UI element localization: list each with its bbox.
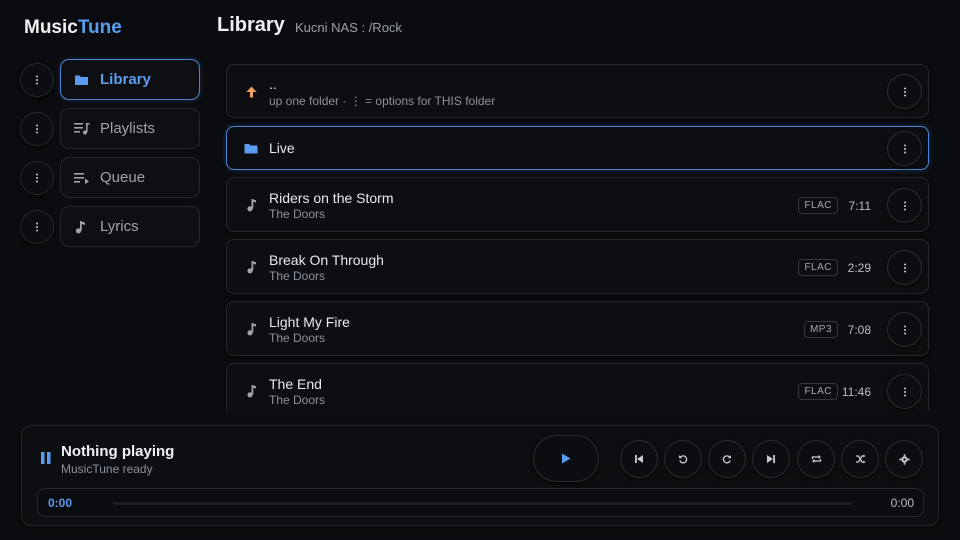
now-playing-title: Nothing playing	[61, 443, 175, 460]
rewind-icon	[679, 455, 688, 464]
more-vertical-icon	[903, 201, 906, 210]
folder-options-button[interactable]	[887, 74, 922, 109]
shuffle-icon	[855, 454, 865, 464]
more-vertical-icon	[903, 87, 906, 96]
format-badge: FLAC	[798, 259, 838, 276]
folder-icon	[244, 141, 258, 155]
logo-text-main: Music	[24, 17, 78, 38]
music-note-icon	[244, 198, 258, 212]
more-vertical-icon	[36, 173, 38, 182]
total-time: 0:00	[890, 496, 914, 510]
track-duration: 7:08	[847, 323, 871, 337]
sidebar-item-label: Playlists	[100, 120, 156, 137]
forward-button[interactable]	[708, 440, 746, 478]
sidebar-row-lyrics: Lyrics	[20, 206, 201, 247]
track-row[interactable]: Break On Through The Doors FLAC 2:29	[226, 239, 929, 294]
app-logo: MusicTune	[24, 17, 122, 39]
more-vertical-icon	[36, 222, 38, 231]
more-vertical-icon	[903, 144, 906, 153]
format-badge: FLAC	[798, 383, 838, 400]
track-title: Light My Fire	[269, 314, 350, 330]
next-button[interactable]	[752, 440, 790, 478]
music-note-icon	[244, 384, 258, 398]
music-note-icon	[244, 260, 258, 274]
folder-icon	[74, 72, 90, 88]
pause-icon[interactable]	[40, 451, 52, 470]
sidebar-item-library[interactable]: Library	[60, 59, 200, 100]
breadcrumb-path: Kucni NAS : /Rock	[295, 20, 402, 35]
now-playing-subtitle: MusicTune ready	[61, 462, 153, 476]
format-badge: MP3	[803, 321, 838, 338]
music-note-icon	[244, 322, 258, 336]
track-row[interactable]: Light My Fire The Doors MP3 7:08	[226, 301, 929, 356]
more-vertical-icon	[903, 263, 906, 272]
track-title: The End	[269, 376, 322, 392]
track-duration: 7:11	[848, 199, 871, 213]
play-icon	[562, 453, 571, 464]
track-options-button[interactable]	[887, 312, 922, 347]
track-artist: The Doors	[269, 207, 326, 221]
track-artist: The Doors	[269, 331, 326, 345]
track-row[interactable]: Riders on the Storm The Doors FLAC 7:11	[226, 177, 929, 232]
sidebar: Library Playlists Queue Lyrics	[20, 59, 201, 255]
sidebar-row-playlists: Playlists	[20, 108, 201, 149]
track-options-button[interactable]	[887, 250, 922, 285]
music-note-icon	[74, 219, 90, 235]
track-artist: The Doors	[269, 393, 326, 407]
file-list: .. up one folder · ⋮ = options for THIS …	[218, 56, 938, 411]
current-time: 0:00	[48, 496, 73, 510]
folder-row-options-button[interactable]	[887, 131, 922, 166]
sidebar-item-queue[interactable]: Queue	[60, 157, 200, 198]
folder-name: Live	[269, 140, 295, 156]
logo-text-accent: Tune	[77, 17, 122, 38]
sidebar-row-library: Library	[20, 59, 201, 100]
progress-bar: 0:00 0:00	[37, 488, 924, 517]
player-bar: Nothing playing MusicTune ready 0:00 0:0…	[21, 425, 939, 526]
format-badge: FLAC	[798, 197, 838, 214]
page-title: Library	[217, 14, 285, 36]
library-options-button[interactable]	[20, 62, 54, 97]
track-duration: 2:29	[847, 261, 871, 275]
sidebar-item-label: Library	[100, 71, 151, 88]
folder-row-live[interactable]: Live	[226, 126, 929, 170]
sidebar-item-label: Lyrics	[100, 218, 139, 235]
sidebar-item-lyrics[interactable]: Lyrics	[60, 206, 200, 247]
settings-button[interactable]	[885, 440, 923, 478]
shuffle-button[interactable]	[841, 440, 879, 478]
track-duration: 11:46	[841, 385, 871, 399]
sidebar-item-playlists[interactable]: Playlists	[60, 108, 200, 149]
more-vertical-icon	[36, 75, 38, 84]
settings-icon	[898, 453, 910, 465]
forward-icon	[722, 455, 731, 464]
arrow-up-icon	[244, 85, 258, 99]
more-vertical-icon	[903, 387, 906, 396]
more-vertical-icon	[903, 325, 906, 334]
play-button[interactable]	[533, 435, 599, 482]
queue-options-button[interactable]	[20, 160, 54, 195]
track-row[interactable]: The End The Doors FLAC 11:46	[226, 363, 929, 411]
seek-slider[interactable]	[113, 502, 852, 505]
up-folder-row[interactable]: .. up one folder · ⋮ = options for THIS …	[226, 64, 929, 118]
sidebar-row-queue: Queue	[20, 157, 201, 198]
previous-button[interactable]	[620, 440, 658, 478]
up-folder-hint: up one folder · ⋮ = options for THIS fol…	[269, 94, 496, 108]
track-options-button[interactable]	[887, 188, 922, 223]
lyrics-options-button[interactable]	[20, 209, 54, 244]
up-folder-label: ..	[269, 76, 277, 92]
next-icon	[767, 455, 775, 463]
track-title: Riders on the Storm	[269, 190, 394, 206]
repeat-icon	[811, 455, 821, 463]
sidebar-item-label: Queue	[100, 169, 146, 186]
track-title: Break On Through	[269, 252, 384, 268]
previous-icon	[635, 455, 643, 463]
rewind-button[interactable]	[664, 440, 702, 478]
playlist-icon	[74, 121, 90, 137]
more-vertical-icon	[36, 124, 38, 133]
track-options-button[interactable]	[887, 374, 922, 409]
repeat-button[interactable]	[797, 440, 835, 478]
queue-icon	[74, 170, 90, 186]
track-artist: The Doors	[269, 269, 326, 283]
playlists-options-button[interactable]	[20, 111, 54, 146]
